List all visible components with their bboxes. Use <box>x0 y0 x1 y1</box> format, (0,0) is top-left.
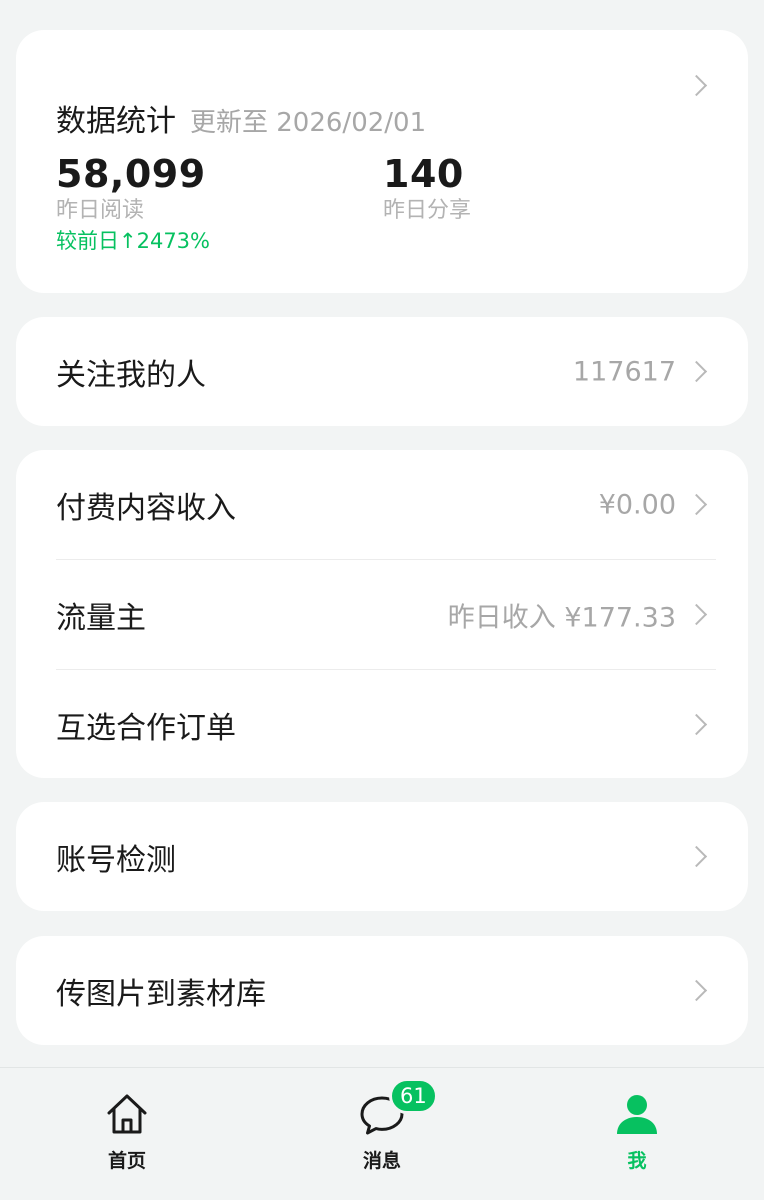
followers-row[interactable]: 关注我的人 117617 <box>16 317 748 426</box>
tab-home-label: 首页 <box>107 1150 146 1172</box>
chevron-right-icon <box>685 74 708 97</box>
account-check-label: 账号检测 <box>56 842 176 878</box>
shares-label: 昨日分享 <box>383 198 472 223</box>
tab-me-label: 我 <box>627 1150 647 1172</box>
followers-card: 关注我的人 117617 <box>16 317 748 426</box>
stats-title: 数据统计 <box>56 104 176 139</box>
tab-home[interactable]: 首页 <box>72 1090 182 1172</box>
chevron-right-icon <box>685 360 708 382</box>
traffic-master-row[interactable]: 流量主 昨日收入 ¥177.33 <box>16 560 748 669</box>
metric-yesterday-shares: 140 昨日分享 <box>383 152 471 226</box>
paid-content-income-row[interactable]: 付费内容收入 ¥0.00 <box>16 450 748 559</box>
metric-yesterday-reads: 58,099 昨日阅读 较前日↑2473% <box>56 152 210 256</box>
bottom-tab-bar: 首页 61 消息 我 <box>0 1067 764 1200</box>
person-icon <box>617 1095 657 1134</box>
stats-updated-date: 更新至 2026/02/01 <box>190 108 427 138</box>
tab-messages[interactable]: 61 消息 <box>327 1078 438 1172</box>
reads-value: 58,099 <box>56 152 206 196</box>
followers-label: 关注我的人 <box>56 357 206 393</box>
stats-header: 数据统计 更新至 2026/02/01 <box>56 96 426 140</box>
upload-images-row[interactable]: 传图片到素材库 <box>16 936 748 1045</box>
upload-images-label: 传图片到素材库 <box>56 976 266 1012</box>
account-check-card: 账号检测 <box>16 802 748 911</box>
chevron-right-icon <box>685 603 708 625</box>
upload-images-card: 传图片到素材库 <box>16 936 748 1045</box>
shares-value: 140 <box>383 152 464 196</box>
mutual-selection-orders-label: 互选合作订单 <box>56 710 236 746</box>
income-card: 付费内容收入 ¥0.00 流量主 昨日收入 ¥177.33 互选合作订单 <box>16 450 748 778</box>
paid-content-income-label: 付费内容收入 <box>56 490 236 526</box>
paid-content-income-value: ¥0.00 <box>598 489 676 520</box>
unread-messages-badge: 61 <box>389 1078 438 1114</box>
reads-label: 昨日阅读 <box>56 198 145 223</box>
account-check-row[interactable]: 账号检测 <box>16 802 748 911</box>
mutual-selection-orders-row[interactable]: 互选合作订单 <box>16 670 748 779</box>
tab-messages-label: 消息 <box>362 1150 401 1172</box>
reads-change: 较前日↑2473% <box>56 229 210 253</box>
chevron-right-icon <box>685 713 708 735</box>
home-icon <box>107 1094 147 1134</box>
chevron-right-icon <box>685 845 708 867</box>
traffic-master-label: 流量主 <box>56 600 146 636</box>
traffic-master-value: 昨日收入 ¥177.33 <box>447 602 676 633</box>
tab-me[interactable]: 我 <box>582 1090 692 1172</box>
creator-profile-page: 数据统计 更新至 2026/02/01 58,099 昨日阅读 较前日↑2473… <box>0 0 764 1200</box>
chevron-right-icon <box>685 979 708 1001</box>
chevron-right-icon <box>685 493 708 515</box>
data-stats-card[interactable]: 数据统计 更新至 2026/02/01 58,099 昨日阅读 较前日↑2473… <box>16 30 748 293</box>
followers-count: 117617 <box>572 356 676 387</box>
